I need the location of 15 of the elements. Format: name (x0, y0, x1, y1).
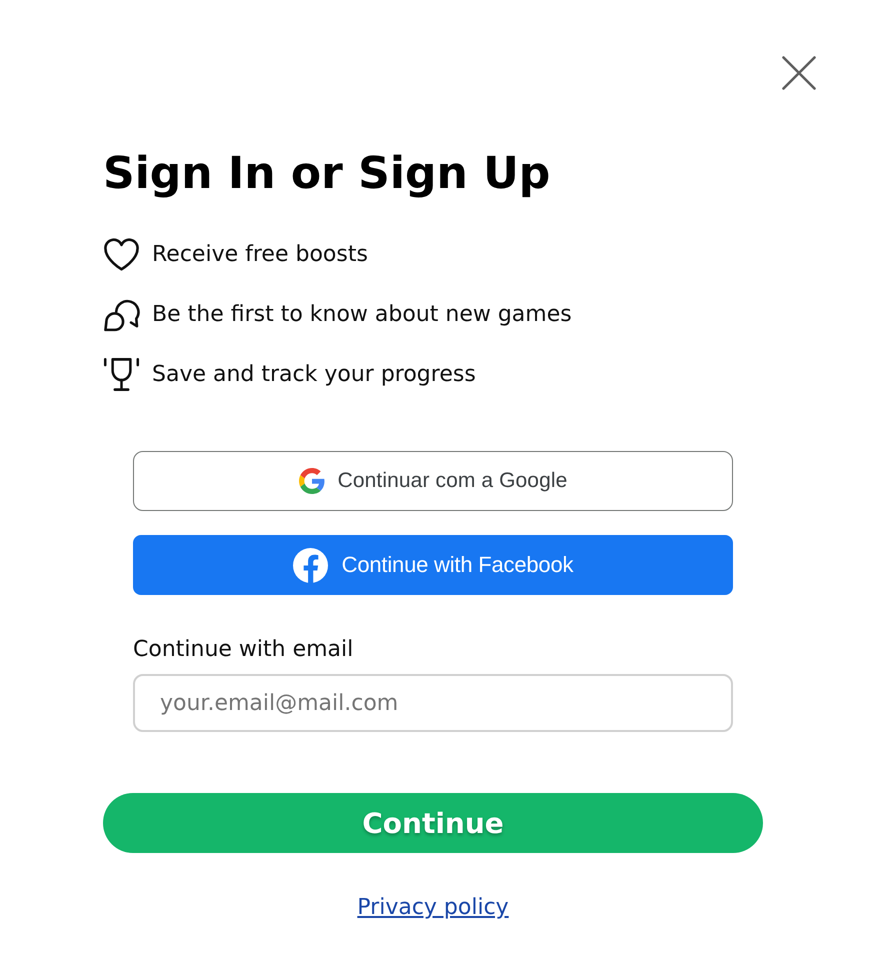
heart-icon (103, 236, 140, 272)
email-input[interactable]: your.email@mail.com (133, 674, 733, 732)
privacy-policy-link[interactable]: Privacy policy (357, 895, 509, 921)
facebook-icon (292, 548, 328, 582)
benefit-text: Receive free boosts (152, 242, 368, 266)
trophy-icon (103, 356, 140, 392)
benefit-text: Be the first to know about new games (152, 302, 572, 326)
close-button[interactable] (782, 56, 816, 90)
benefit-text: Save and track your progress (152, 362, 476, 386)
google-icon (298, 468, 325, 494)
email-label: Continue with email (133, 637, 354, 663)
google-sign-in-button[interactable]: Continuar com a Google (133, 451, 733, 511)
close-icon (782, 56, 816, 90)
facebook-sign-in-button[interactable]: Continue with Facebook (133, 535, 733, 595)
dialog-title: Sign In or Sign Up (103, 148, 550, 200)
